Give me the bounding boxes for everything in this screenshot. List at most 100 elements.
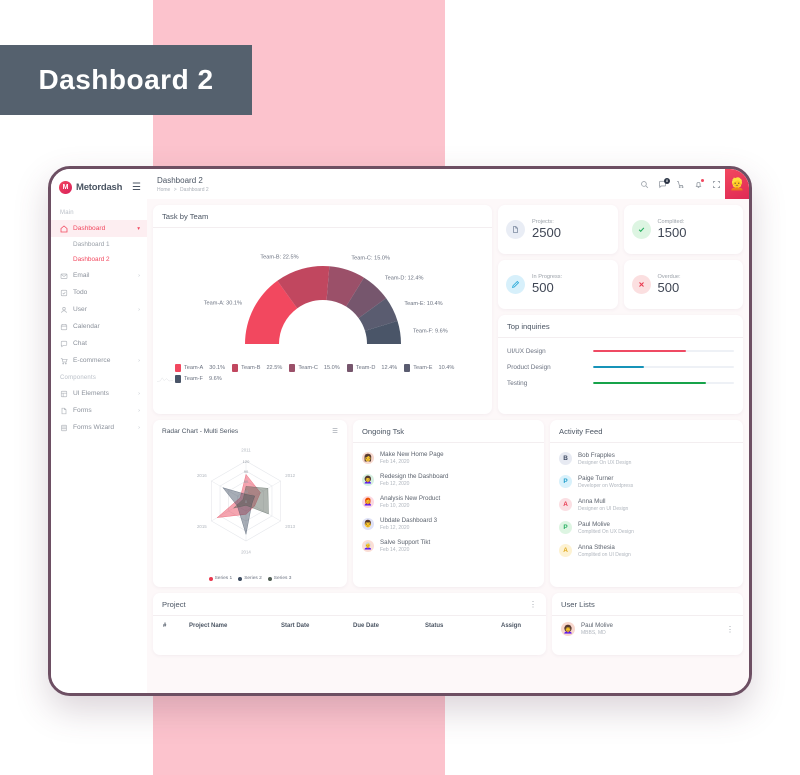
task-list-item[interactable]: 👩 Make New Home Page Feb 14, 2020 <box>353 447 544 469</box>
cart-icon <box>60 357 68 365</box>
sidebar-item-email[interactable]: Email › <box>51 267 147 284</box>
radar-chart-card: Radar Chart - Multi Series ☰ 0 30 60 90 120 2… <box>153 420 347 587</box>
gauge-legend-item[interactable]: Team-A 30.1% <box>175 364 225 372</box>
stat-card-complited[interactable]: Complited: 1500 <box>623 205 743 254</box>
stat-card-overdue[interactable]: Overdue: 500 <box>623 260 743 309</box>
user-avatar[interactable]: 👱 <box>725 169 749 199</box>
brand[interactable]: M Metordash ☰ <box>51 175 147 204</box>
chart-menu-icon[interactable]: ☰ <box>332 427 338 435</box>
fullscreen-icon[interactable] <box>712 180 721 189</box>
brand-name: Metordash <box>76 182 123 193</box>
stat-value: 1500 <box>657 224 687 240</box>
task-title: Analysis New Product <box>380 495 441 502</box>
task-title: Redesign the Dashboard <box>380 473 449 480</box>
stat-label: Projects: <box>532 218 554 225</box>
inquiry-progress-fill <box>593 381 706 385</box>
activity-feed-item[interactable]: A Anna Sthesia Complited on UI Design <box>550 539 743 562</box>
radar-legend-item[interactable]: Series 2 <box>238 576 262 581</box>
cart-icon[interactable] <box>676 180 685 189</box>
sidebar-subitem-dashboard-2[interactable]: Dashboard 2 <box>51 252 147 267</box>
chevron-right-icon: › <box>138 390 140 397</box>
activity-feed-item[interactable]: B Bob Frapples Designer On UX Design <box>550 447 743 470</box>
legend-label: Team-C <box>298 365 318 371</box>
activity-feed-item[interactable]: P Paul Molive Complited On UX Design <box>550 516 743 539</box>
inquiry-label: Product Design <box>507 363 551 371</box>
radar-svg: 0306090120201120122013201420152016 <box>197 448 296 555</box>
sidebar-item-dashboard[interactable]: Dashboard ▾ <box>51 220 147 237</box>
legend-label: Series 1 <box>214 576 233 581</box>
sidebar-item-user[interactable]: User › <box>51 301 147 318</box>
ongoing-task-list: 👩 Make New Home Page Feb 14, 2020 👩‍🦱 Redesi… <box>353 443 544 562</box>
user-lists-card: User Lists 👩‍🦱 Paul Molive MBBS, MD ⋮ <box>552 593 743 655</box>
task-date: Feb 12, 2020 <box>380 481 410 487</box>
radar-legend-item[interactable]: Series 1 <box>208 576 233 581</box>
topbar-icons: 8 <box>640 177 725 189</box>
sidebar-subitem-dashboard-1[interactable]: Dashboard 1 <box>51 237 147 252</box>
activity-feed-item[interactable]: A Anna Mull Designer on UI Design <box>550 493 743 516</box>
legend-label: Team-B <box>241 365 261 371</box>
activity-feed-item[interactable]: P Paige Turner Developer on Wordpress <box>550 470 743 493</box>
sidebar-item-calendar[interactable]: Calendar <box>51 318 147 335</box>
stat-card-in-progress[interactable]: In Progress: 500 <box>498 260 618 309</box>
activity-name: Anna Sthesia <box>578 543 615 551</box>
chevron-right-icon: › <box>138 424 140 431</box>
message-icon[interactable]: 8 <box>658 177 670 189</box>
chevron-right-icon: › <box>138 407 140 414</box>
top-inquiries-title: Top inquiries <box>507 322 550 331</box>
stat-card-projects[interactable]: Projects: 2500 <box>498 205 618 254</box>
avatar-initial: P <box>559 475 572 488</box>
svg-text:2013: 2013 <box>285 524 295 529</box>
gauge-legend-item[interactable]: Team-F 9.6% <box>175 375 222 383</box>
avatar: 👩‍🦰 <box>362 496 374 508</box>
project-table-title: Project <box>162 600 186 609</box>
stat-label: Complited: <box>657 218 685 225</box>
gauge-legend-item[interactable]: Team-C 15.0% <box>289 364 340 372</box>
more-vertical-icon[interactable]: ⋮ <box>726 625 734 633</box>
stat-text: Complited: 1500 <box>658 219 687 241</box>
stat-text: In Progress: 500 <box>532 274 562 296</box>
sidebar-item-ui-elements[interactable]: UI Elements › <box>51 385 147 402</box>
radar-legend-item[interactable]: Series 3 <box>267 576 291 581</box>
task-list-item[interactable]: 👩‍🦳 Salve Support Tikt Feb 14, 2020 <box>353 535 544 557</box>
gauge-legend-item[interactable]: Team-E 10.4% <box>404 364 454 372</box>
inquiry-row: Product Design <box>507 359 734 375</box>
sidebar-item-forms[interactable]: Forms › <box>51 402 147 419</box>
task-list-item[interactable]: 👩‍🦱 Redesign the Dashboard Feb 12, 2020 <box>353 469 544 491</box>
page-title: Dashboard 2 <box>157 175 203 185</box>
main-area: Dashboard 2 Home > Dashboard 2 8 👱 Task … <box>147 169 749 693</box>
top-inquiries-list: UI/UX Design Product Design Testing <box>498 338 743 399</box>
sidebar-item-ecommerce[interactable]: E-commerce › <box>51 352 147 369</box>
task-list-item[interactable]: 👨 Ubdate Dashboard 3 Feb 12, 2020 <box>353 513 544 535</box>
breadcrumb-home[interactable]: Home <box>157 187 170 193</box>
bell-badge-dot <box>701 178 704 182</box>
search-icon[interactable] <box>640 180 649 189</box>
user-list-item[interactable]: 👩‍🦱 Paul Molive MBBS, MD ⋮ <box>552 616 743 642</box>
legend-dot <box>208 576 213 581</box>
sidebar-item-label: E-commerce <box>73 357 111 364</box>
page-header: Dashboard 2 Home > Dashboard 2 <box>157 176 209 193</box>
gauge-legend-item[interactable]: Team-D 12.4% <box>346 364 397 372</box>
sidebar-item-chat[interactable]: Chat <box>51 335 147 352</box>
activity-text: Anna Mull Designer on UI Design <box>578 498 628 512</box>
gauge-legend-item[interactable]: Team-B 22.5% <box>232 364 282 372</box>
radar-chart-title: Radar Chart - Multi Series <box>162 427 239 435</box>
task-text: Analysis New Product Feb 10, 2020 <box>380 495 440 509</box>
legend-swatch <box>289 364 296 372</box>
hamburger-icon[interactable]: ☰ <box>132 182 141 193</box>
activity-subtitle: Designer On UX Design <box>578 459 632 466</box>
task-list-item[interactable]: 👩‍🦰 Analysis New Product Feb 10, 2020 <box>353 491 544 513</box>
svg-text:Team-D: 12.4%: Team-D: 12.4% <box>384 275 423 281</box>
legend-label: Team-D <box>355 365 376 371</box>
sidebar-item-forms-wizard[interactable]: Forms Wizard › <box>51 419 147 436</box>
stat-text: Overdue: 500 <box>658 274 681 296</box>
svg-text:Team-B: 22.5%: Team-B: 22.5% <box>260 254 298 260</box>
svg-text:30: 30 <box>244 489 249 494</box>
activity-name: Paul Molive <box>578 520 610 528</box>
more-vertical-icon[interactable]: ⋮ <box>529 600 537 608</box>
sparkline-icon <box>157 377 173 382</box>
sidebar-item-todo[interactable]: Todo <box>51 284 147 301</box>
calendar-icon <box>60 323 68 331</box>
bell-icon[interactable] <box>694 178 704 189</box>
gauge-legend: Team-A 30.1% Team-B 22.5% Team-C 15.0% Team-D 1… <box>153 360 492 389</box>
user-lists-header: User Lists <box>552 593 743 616</box>
